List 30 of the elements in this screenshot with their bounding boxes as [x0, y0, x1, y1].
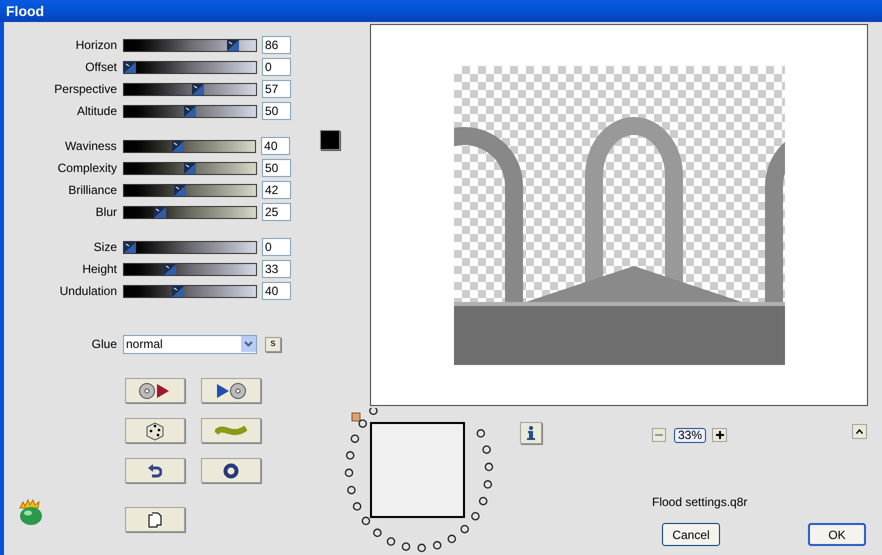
slider-label: Brilliance — [67, 182, 117, 199]
zoom-level-field[interactable]: 33% — [674, 428, 706, 442]
slider-value-field[interactable]: 40 — [262, 282, 291, 300]
glue-dropdown[interactable]: normal — [123, 334, 257, 354]
slider-label: Perspective — [53, 81, 117, 98]
glue-label: Glue — [90, 336, 117, 353]
slider-label: Size — [92, 239, 117, 256]
s-button[interactable]: s — [265, 336, 281, 352]
slider-value-field[interactable]: 50 — [262, 159, 291, 177]
slider-value-field[interactable]: 0 — [262, 238, 291, 256]
slider-label: Height — [81, 261, 117, 278]
slider-label: Offset — [84, 59, 117, 76]
slider-label: Waviness — [64, 138, 117, 155]
slider-value-field[interactable]: 0 — [262, 58, 291, 76]
slider-value-field[interactable]: 40 — [261, 137, 290, 155]
slider-value-field[interactable]: 50 — [262, 102, 291, 120]
slider-value-field[interactable]: 25 — [262, 203, 291, 221]
slider-label: Undulation — [58, 283, 117, 300]
slider-value-field[interactable]: 42 — [262, 181, 291, 199]
slider-label: Complexity — [56, 160, 117, 177]
cancel-button[interactable]: Cancel — [662, 523, 720, 546]
slider-label: Horizon — [74, 37, 117, 54]
slider-label: Altitude — [76, 103, 117, 120]
slider-label: Blur — [94, 204, 117, 221]
preset-filename: Flood settings.q8r — [652, 494, 748, 511]
slider-value-field[interactable]: 86 — [262, 36, 291, 54]
slider-value-field[interactable]: 33 — [262, 260, 291, 278]
window-title: Flood — [6, 2, 44, 20]
ok-button[interactable]: OK — [808, 523, 866, 546]
slider-value-field[interactable]: 57 — [262, 80, 291, 98]
